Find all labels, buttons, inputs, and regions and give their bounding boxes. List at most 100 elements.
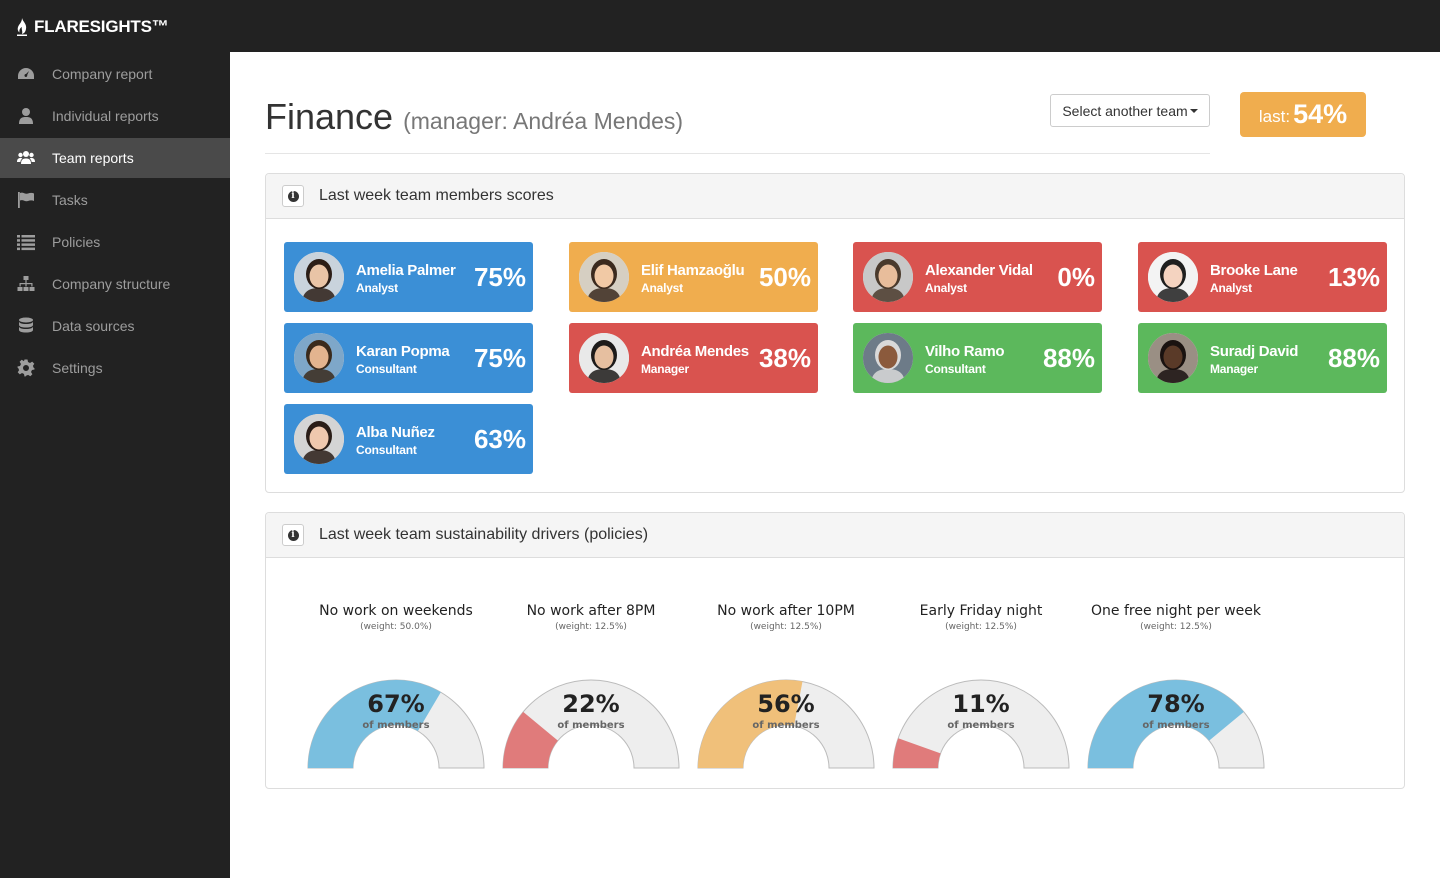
gauge-title: No work after 8PM: [526, 603, 656, 619]
gauge-title: No work after 10PM: [717, 603, 855, 619]
member-card[interactable]: Suradj David Manager 88%: [1138, 323, 1387, 393]
gauge-weight: (weight: 12.5%): [1140, 622, 1212, 632]
member-name: Alexander Vidal: [925, 262, 1033, 279]
user-icon: [17, 107, 35, 125]
sidebar-item-label: Individual reports: [52, 108, 159, 124]
member-role: Analyst: [641, 281, 683, 295]
gauge-title: Early Friday night: [919, 603, 1043, 619]
brand-logo[interactable]: FLARESIGHTS™: [16, 17, 169, 37]
member-card[interactable]: Brooke Lane Analyst 13%: [1138, 242, 1387, 312]
gauge-unit: of members: [362, 720, 430, 731]
select-team-dropdown[interactable]: Select another team: [1050, 94, 1210, 127]
sidebar-item-company-structure[interactable]: Company structure: [0, 264, 230, 304]
avatar: [1148, 252, 1198, 302]
gauge-weight: (weight: 12.5%): [555, 622, 627, 632]
sidebar-item-team-reports[interactable]: Team reports: [0, 138, 230, 178]
gauge-unit: of members: [557, 720, 625, 731]
flag-icon: [17, 191, 35, 209]
avatar-photo: [579, 333, 629, 383]
gauge-value: 11%: [952, 690, 1010, 718]
member-card[interactable]: Elif Hamzaoğlu Analyst 50%: [569, 242, 818, 312]
member-score: 50%: [758, 262, 811, 292]
sidebar-item-label: Settings: [52, 360, 103, 376]
policy-gauge: Early Friday night (weight: 12.5%) 11% of m…: [883, 603, 1079, 769]
member-name: Elif Hamzaoğlu: [641, 262, 745, 279]
dashboard-icon: [17, 65, 35, 83]
member-name: Andréa Mendes: [641, 343, 749, 360]
avatar-photo: [863, 252, 913, 302]
info-button[interactable]: i: [282, 524, 304, 546]
list-icon: [17, 233, 35, 251]
sidebar-item-label: Data sources: [52, 318, 135, 334]
last-score-label: last:: [1258, 107, 1291, 126]
team-name: Finance: [265, 96, 394, 137]
sidebar-item-tasks[interactable]: Tasks: [0, 180, 230, 220]
member-score: 63%: [473, 424, 526, 454]
member-card[interactable]: Karan Popma Consultant 75%: [284, 323, 533, 393]
avatar-photo: [863, 333, 913, 383]
member-name: Amelia Palmer: [356, 262, 456, 279]
team-manager: (manager: Andréa Mendes): [403, 108, 684, 134]
avatar: [863, 333, 913, 383]
avatar-photo: [294, 333, 344, 383]
avatar-photo: [294, 252, 344, 302]
info-button[interactable]: i: [282, 185, 304, 207]
panel-title: Last week team members scores: [319, 187, 554, 204]
info-icon: i: [287, 190, 299, 202]
sitemap-icon: [17, 275, 35, 293]
avatar-photo: [1148, 252, 1198, 302]
users-icon: [17, 149, 35, 167]
caret-down-icon: [1189, 108, 1198, 113]
select-team-label: Select another team: [1062, 102, 1188, 119]
member-role: Analyst: [925, 281, 967, 295]
member-card[interactable]: Andréa Mendes Manager 38%: [569, 323, 818, 393]
sidebar-item-label: Team reports: [52, 150, 134, 166]
member-role: Consultant: [356, 362, 417, 376]
gauge-value: 56%: [757, 690, 815, 718]
member-card[interactable]: Vilho Ramo Consultant 88%: [853, 323, 1102, 393]
avatar: [579, 252, 629, 302]
member-name: Brooke Lane: [1210, 262, 1298, 279]
member-role: Manager: [1210, 362, 1258, 376]
gauge-weight: (weight: 12.5%): [945, 622, 1017, 632]
member-score: 38%: [758, 343, 811, 373]
gauge-unit: of members: [752, 720, 820, 731]
avatar: [1148, 333, 1198, 383]
avatar-photo: [1148, 333, 1198, 383]
gauge-title: One free night per week: [1091, 603, 1261, 619]
policy-gauge: No work after 10PM (weight: 12.5%) 56% of m…: [688, 603, 884, 769]
sidebar-item-label: Company structure: [52, 276, 171, 292]
sidebar-item-settings[interactable]: Settings: [0, 348, 230, 388]
last-score-badge: last: 54%: [1240, 92, 1366, 137]
member-card[interactable]: Amelia Palmer Analyst 75%: [284, 242, 533, 312]
member-score: 0%: [1057, 262, 1095, 292]
gear-icon: [17, 359, 35, 377]
member-role: Consultant: [925, 362, 986, 376]
gauge-weight: (weight: 50.0%): [360, 622, 432, 632]
member-name: Karan Popma: [356, 343, 450, 360]
avatar: [863, 252, 913, 302]
member-card[interactable]: Alexander Vidal Analyst 0%: [853, 242, 1102, 312]
gauge-title: No work on weekends: [319, 603, 473, 619]
top-bar: FLARESIGHTS™: [0, 0, 1440, 52]
gauge-value: 78%: [1147, 690, 1205, 718]
member-score: 75%: [473, 262, 526, 292]
panel-heading: i Last week team members scores: [266, 174, 1404, 219]
policy-gauge: No work after 8PM (weight: 12.5%) 22% of me…: [493, 603, 689, 769]
member-card[interactable]: Alba Nuñez Consultant 63%: [284, 404, 533, 474]
gauge-value: 67%: [367, 690, 425, 718]
avatar: [294, 333, 344, 383]
member-name: Alba Nuñez: [356, 424, 435, 441]
member-name: Suradj David: [1210, 343, 1299, 360]
sidebar-item-policies[interactable]: Policies: [0, 222, 230, 262]
sidebar: Company report Individual reports Team r…: [0, 52, 230, 878]
panel-title: Last week team sustainability drivers (p…: [319, 526, 649, 543]
sidebar-item-data-sources[interactable]: Data sources: [0, 306, 230, 346]
page-title: Finance (manager: Andréa Mendes): [265, 96, 683, 138]
last-score-value: 54%: [1293, 99, 1348, 129]
sidebar-item-label: Policies: [52, 234, 101, 250]
sidebar-item-company-report[interactable]: Company report: [0, 54, 230, 94]
avatar: [294, 414, 344, 464]
sidebar-item-individual-reports[interactable]: Individual reports: [0, 96, 230, 136]
member-role: Consultant: [356, 443, 417, 457]
